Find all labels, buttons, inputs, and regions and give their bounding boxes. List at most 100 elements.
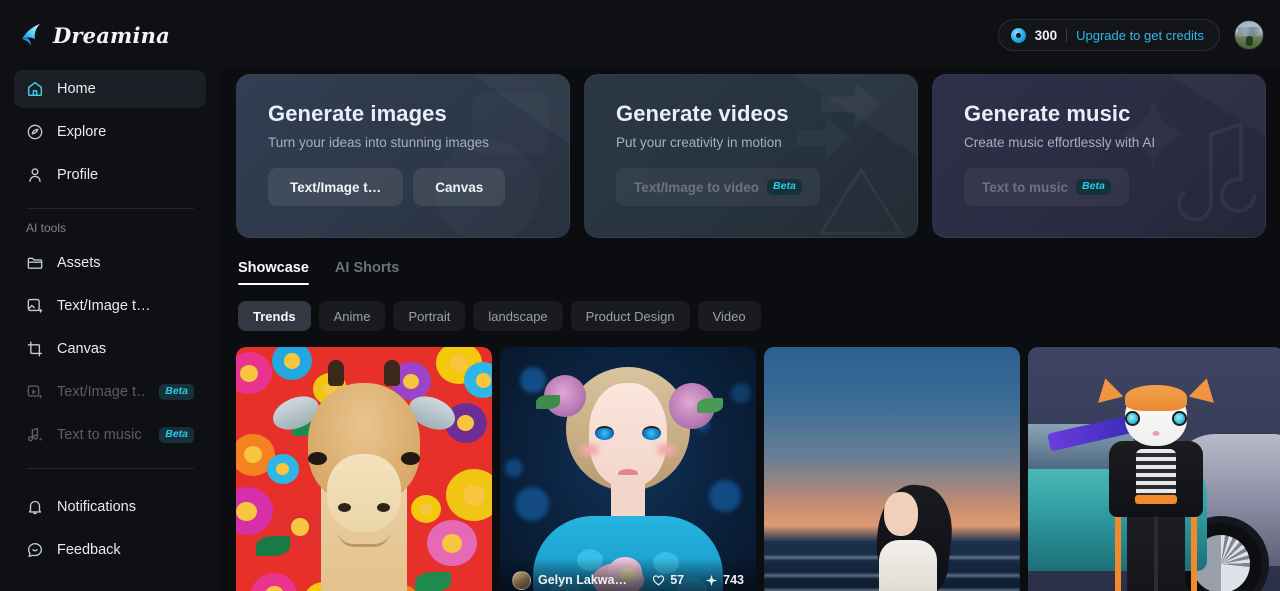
sidebar-item-notifications[interactable]: Notifications <box>14 488 206 526</box>
generation-count[interactable]: 743 <box>705 573 744 587</box>
heart-icon <box>653 574 665 586</box>
sidebar-item-label: Home <box>57 81 96 97</box>
bell-icon <box>28 500 42 515</box>
tab-showcase[interactable]: Showcase <box>238 260 309 285</box>
chip-portrait[interactable]: Portrait <box>393 301 466 331</box>
sidebar-item-label: Text/Image t… <box>57 384 147 400</box>
sidebar-item-home[interactable]: Home <box>14 70 206 108</box>
gallery-card-giraffe[interactable] <box>236 347 492 591</box>
chip-landscape[interactable]: landscape <box>473 301 563 331</box>
image-sparkle-icon <box>27 298 44 314</box>
sidebar-item-label: Canvas <box>57 341 107 357</box>
tab-ai-shorts[interactable]: AI Shorts <box>335 260 399 285</box>
gallery-image <box>764 347 1020 591</box>
chip-label: Product Design <box>585 308 675 324</box>
credit-coin-icon <box>1010 27 1026 43</box>
main-content: Generate images Turn your ideas into stu… <box>220 70 1280 591</box>
chip-video[interactable]: Video <box>697 301 761 331</box>
hero-button-text-image-to-image[interactable]: Text/Image t… <box>268 168 404 206</box>
brand[interactable]: Dreamina <box>18 22 220 48</box>
hero-card-generate-music[interactable]: Generate music Create music effortlessly… <box>932 74 1266 238</box>
sidebar-item-label: Feedback <box>57 542 121 558</box>
sidebar-item-label: Profile <box>57 167 99 183</box>
hero-card-generate-images[interactable]: Generate images Turn your ideas into stu… <box>236 74 570 238</box>
gallery-image <box>236 347 492 591</box>
hero-decoration <box>237 75 569 237</box>
credits-pill[interactable]: 300 Upgrade to get credits <box>997 19 1220 51</box>
chip-product-design[interactable]: Product Design <box>570 301 690 331</box>
sidebar-divider-bottom <box>26 468 194 469</box>
sidebar-item-canvas[interactable]: Canvas <box>14 330 206 368</box>
gallery-card-cat-and-car[interactable] <box>1028 347 1280 591</box>
hero-button-label: Text/Image t… <box>290 179 382 195</box>
home-icon <box>27 81 43 97</box>
sidebar-item-feedback[interactable]: Feedback <box>14 531 206 569</box>
beta-badge: Beta <box>1076 179 1111 195</box>
chip-label: landscape <box>488 308 548 324</box>
content-tabs: Showcase AI Shorts <box>236 260 1266 285</box>
sparkle-icon <box>705 574 718 586</box>
chat-smile-icon <box>28 543 42 557</box>
app-header: Dreamina 300 Upgrade to get credits <box>0 0 1280 70</box>
beta-badge: Beta <box>767 179 802 195</box>
sidebar-item-label: Text to music <box>57 427 142 443</box>
like-count[interactable]: 57 <box>652 573 684 587</box>
hero-button-label: Text to music <box>982 179 1069 195</box>
hero-title: Generate videos <box>616 101 789 126</box>
chip-anime[interactable]: Anime <box>318 301 386 331</box>
hero-decoration <box>933 75 1265 237</box>
folder-icon <box>27 257 43 269</box>
video-sparkle-icon <box>27 385 43 399</box>
sidebar-item-profile[interactable]: Profile <box>14 156 206 194</box>
sidebar-item-explore[interactable]: Explore <box>14 113 206 151</box>
sparkle-star-icon <box>22 24 40 46</box>
chip-label: Video <box>712 308 746 324</box>
compass-icon <box>27 124 43 140</box>
hero-button-text-to-music[interactable]: Text to music Beta <box>964 168 1129 206</box>
hero-button-canvas[interactable]: Canvas <box>413 168 506 206</box>
author-avatar[interactable] <box>512 570 531 590</box>
hero-cards: Generate images Turn your ideas into stu… <box>236 70 1266 238</box>
author-name: Gelyn Lakwatsera <box>538 573 627 587</box>
hero-button-label: Canvas <box>435 179 484 195</box>
gallery-image <box>500 347 756 591</box>
gallery-card-beach-sunset[interactable] <box>764 347 1020 591</box>
body-row: Home Explore Profile AI tools Assets Tex… <box>0 70 1280 591</box>
hero-title: Generate images <box>268 101 447 126</box>
chip-trends[interactable]: Trends <box>238 301 311 331</box>
sidebar-item-text-to-music[interactable]: Text to music Beta <box>14 416 206 454</box>
hero-card-generate-videos[interactable]: Generate videos Put your creativity in m… <box>584 74 918 238</box>
hero-title: Generate music <box>964 101 1131 126</box>
showcase-grid: Gelyn Lakwatsera 57 743 <box>236 347 1280 591</box>
avatar[interactable] <box>1234 20 1264 50</box>
music-sparkle-icon <box>27 427 43 442</box>
tab-label: AI Shorts <box>334 260 400 276</box>
canvas-crop-icon <box>27 341 42 357</box>
sidebar-item-label: Explore <box>57 124 107 140</box>
credits-divider <box>1066 28 1068 42</box>
sidebar-item-label: Notifications <box>57 499 136 515</box>
chip-label: Anime <box>333 308 371 324</box>
hero-subtitle: Turn your ideas into stunning images <box>268 135 489 150</box>
filter-chips: Trends Anime Portrait landscape Product … <box>236 301 1266 331</box>
hero-button-text-image-to-video[interactable]: Text/Image to video Beta <box>616 168 820 206</box>
hero-subtitle: Put your creativity in motion <box>616 135 782 150</box>
gallery-card-doll-portrait[interactable]: Gelyn Lakwatsera 57 743 <box>500 347 756 591</box>
sidebar-item-text-image-to-video[interactable]: Text/Image t… Beta <box>14 373 206 411</box>
gallery-image <box>1028 347 1280 591</box>
tab-label: Showcase <box>238 260 309 276</box>
beta-badge: Beta <box>159 384 194 400</box>
sidebar-group-title-ai-tools: AI tools <box>26 221 67 235</box>
like-count-value: 57 <box>670 573 685 587</box>
gallery-card-overlay: Gelyn Lakwatsera 57 743 <box>500 558 756 591</box>
hero-buttons: Text/Image to video Beta <box>616 168 887 206</box>
hero-buttons: Text to music Beta <box>964 168 1235 206</box>
chip-label: Portrait <box>408 308 451 324</box>
hero-decoration <box>585 75 917 237</box>
upgrade-link[interactable]: Upgrade to get credits <box>1076 28 1204 43</box>
sidebar-item-assets[interactable]: Assets <box>14 244 206 282</box>
credit-amount: 300 <box>1034 27 1058 43</box>
beta-badge: Beta <box>159 427 194 443</box>
sidebar-item-text-image-to-image[interactable]: Text/Image t… <box>14 287 206 325</box>
